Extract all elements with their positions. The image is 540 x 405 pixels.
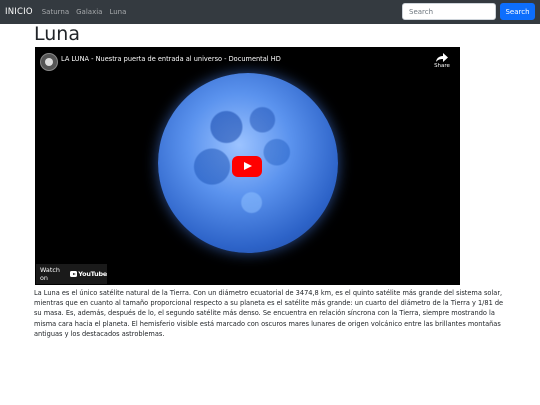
youtube-icon <box>70 271 78 277</box>
brand-link[interactable]: INICIO <box>5 7 33 17</box>
search-input[interactable] <box>402 3 496 20</box>
channel-avatar[interactable] <box>40 53 58 71</box>
navbar: INICIO Saturna Galaxia Luna Search <box>0 0 540 24</box>
nav-link-galaxia[interactable]: Galaxia <box>76 8 102 16</box>
watch-on-label: Watch on <box>40 266 60 282</box>
youtube-wordmark: YouTube <box>78 270 107 278</box>
description-text: La Luna es el único satélite natural de … <box>34 289 504 338</box>
video-player[interactable]: LA LUNA - Nuestra puerta de entrada al u… <box>35 47 460 285</box>
share-button[interactable]: Share <box>430 53 454 69</box>
nav-link-luna[interactable]: Luna <box>109 8 126 16</box>
play-button[interactable] <box>232 156 262 177</box>
search-button[interactable]: Search <box>500 3 535 20</box>
page-title: Luna <box>34 23 80 45</box>
nav-link-saturna[interactable]: Saturna <box>42 8 69 16</box>
share-label: Share <box>434 63 450 69</box>
watch-on-youtube-button[interactable]: Watch on YouTube <box>36 264 107 284</box>
video-title[interactable]: LA LUNA - Nuestra puerta de entrada al u… <box>61 55 281 63</box>
share-icon <box>436 53 448 62</box>
